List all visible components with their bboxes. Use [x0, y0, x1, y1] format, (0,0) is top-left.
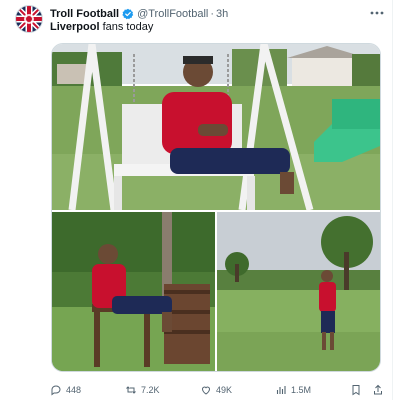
action-bar: 448 7.2K 49K 1.5M — [50, 382, 386, 398]
photo-swing-bench[interactable] — [52, 44, 380, 210]
verified-badge-icon — [122, 8, 134, 20]
like-icon — [201, 386, 211, 395]
tweet-text-rest: fans today — [99, 21, 154, 33]
union-jack-avatar-icon — [16, 6, 42, 32]
views-button[interactable]: 1.5M — [275, 382, 311, 398]
bookmark-icon — [352, 385, 360, 396]
reply-count: 448 — [66, 385, 82, 395]
share-button[interactable] — [372, 382, 388, 398]
retweet-icon — [126, 386, 136, 394]
media-grid — [51, 43, 381, 372]
photo-wooden-bench[interactable] — [52, 212, 215, 371]
timestamp[interactable]: 3h — [216, 8, 228, 20]
photo-standing-lawn[interactable] — [217, 212, 380, 371]
like-button[interactable]: 49K — [200, 382, 232, 398]
separator-dot: · — [210, 8, 215, 20]
view-count: 1.5M — [291, 385, 312, 395]
reply-button[interactable]: 448 — [50, 382, 81, 398]
bookmark-button[interactable] — [350, 382, 366, 398]
user-handle[interactable]: @TrollFootball — [137, 8, 208, 20]
timeline-border — [392, 0, 393, 400]
tweet-text-bold: Liverpool — [50, 21, 100, 33]
views-icon — [276, 386, 286, 394]
display-name[interactable]: Troll Football — [50, 8, 119, 20]
tweet-header: Troll Football @TrollFootball · 3h — [50, 6, 228, 22]
like-count: 49K — [216, 385, 233, 395]
retweet-button[interactable]: 7.2K — [125, 382, 160, 398]
avatar[interactable] — [15, 5, 43, 33]
share-icon — [374, 384, 382, 395]
more-icon[interactable] — [368, 6, 386, 20]
retweet-count: 7.2K — [141, 385, 160, 395]
reply-icon — [51, 385, 61, 396]
tweet-text: Liverpool fans today — [50, 21, 153, 33]
